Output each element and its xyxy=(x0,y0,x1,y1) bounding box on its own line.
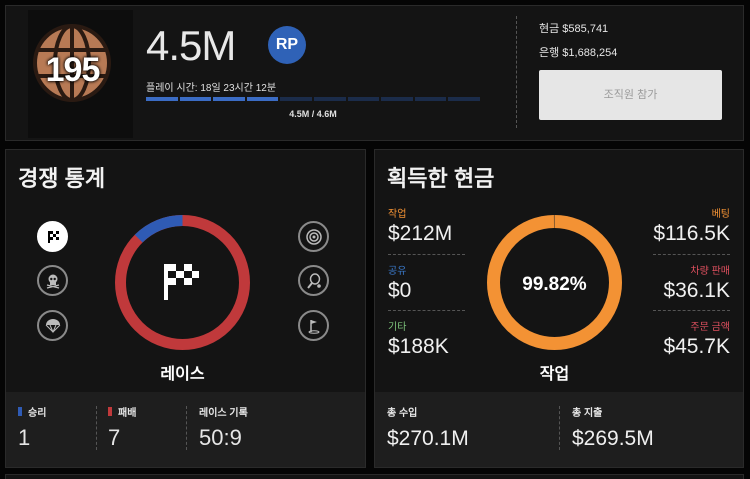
divider xyxy=(516,16,517,128)
parachute-icon[interactable] xyxy=(37,310,68,341)
progress-segment xyxy=(179,97,212,101)
cash-footer: 총 수입 $270.1M 총 지출 $269.5M xyxy=(375,392,743,467)
golf-icon[interactable] xyxy=(298,310,329,341)
category-value: $45.7K xyxy=(663,335,730,358)
total-spending-value: $269.5M xyxy=(572,427,654,450)
divider xyxy=(96,406,97,450)
join-crew-button[interactable]: 조직원 참가 xyxy=(539,70,722,120)
total-spending-label: 총 지출 xyxy=(572,408,603,419)
wins-label: 승리 xyxy=(28,408,47,419)
cash-category-car-sales: 차량 판매 $36.1K xyxy=(653,262,730,303)
rp-value: 4.5M xyxy=(146,22,236,69)
progress-segment xyxy=(213,97,245,101)
divider xyxy=(388,310,465,311)
total-income-label: 총 수입 xyxy=(387,408,418,419)
checkered-flag-icon xyxy=(164,264,199,300)
category-label: 차량 판매 xyxy=(690,266,730,277)
category-label: 주문 금액 xyxy=(690,322,730,333)
playtime-text: 플레이 시간: 18일 23시간 12분 xyxy=(146,83,277,94)
cash-text: 현금 $585,741 xyxy=(539,23,609,35)
progress-segment xyxy=(381,97,413,101)
category-label: 공유 xyxy=(388,266,407,277)
category-value: $212M xyxy=(388,222,453,245)
wins-color-bar xyxy=(18,407,22,416)
progress-segment xyxy=(448,97,480,101)
total-income-value: $270.1M xyxy=(387,427,469,450)
race-ring-chart xyxy=(114,215,250,350)
progress-segment xyxy=(280,97,312,101)
divider xyxy=(559,406,560,450)
losses-stat: 패배 7 xyxy=(108,404,136,451)
cash-earned-panel: 획득한 현금 작업 $212M 공유 $0 기타 $188K 베팅 $116.5… xyxy=(374,149,744,468)
selected-stat-label: 레이스 xyxy=(160,366,205,383)
category-value: $0 xyxy=(388,279,412,302)
cash-category-other: 기타 $188K xyxy=(388,318,465,359)
selected-cash-label: 작업 xyxy=(539,366,570,383)
divider xyxy=(653,254,730,255)
losses-color-bar xyxy=(108,407,112,416)
panel-title: 경쟁 통계 xyxy=(18,166,106,191)
wins-arc xyxy=(114,215,250,350)
wins-stat: 승리 1 xyxy=(18,404,46,451)
rp-badge: RP xyxy=(268,26,306,64)
cash-category-betting: 베팅 $116.5K xyxy=(653,205,730,246)
divider xyxy=(186,406,187,450)
divider xyxy=(653,310,730,311)
progress-segment xyxy=(313,97,346,101)
rank-number: 195 xyxy=(45,51,101,89)
race-record-value: 50:9 xyxy=(199,425,242,450)
progress-label: 4.5M / 4.6M xyxy=(289,109,337,119)
losses-label: 패배 xyxy=(118,408,137,419)
rank-progress-bar xyxy=(146,97,480,101)
category-label: 기타 xyxy=(388,322,407,333)
competitive-stats-panel: 경쟁 통계 레이스 승리 1 패배 7 레이스 기록 50:9 xyxy=(5,149,366,468)
next-panel-edge xyxy=(5,474,744,479)
profile-panel: 195 4.5M RP 플레이 시간: 18일 23시간 12분 4.5M / … xyxy=(5,5,744,141)
cash-ring-chart: 99.82% xyxy=(487,215,622,350)
race-record-stat: 레이스 기록 50:9 xyxy=(199,404,248,451)
category-value: $116.5K xyxy=(653,222,730,245)
competitive-footer: 승리 1 패배 7 레이스 기록 50:9 xyxy=(6,392,365,467)
category-label: 작업 xyxy=(388,209,407,220)
skull-icon[interactable] xyxy=(37,265,68,296)
cash-category-shared: 공유 $0 xyxy=(388,262,465,303)
bank-text: 은행 $1,688,254 xyxy=(539,47,618,59)
total-spending: 총 지출 $269.5M xyxy=(572,404,654,451)
race-record-label: 레이스 기록 xyxy=(199,408,248,419)
cash-category-jobs: 작업 $212M xyxy=(388,205,465,246)
progress-segment xyxy=(146,97,178,101)
center-percent: 99.82% xyxy=(522,274,587,295)
category-value: $36.1K xyxy=(663,279,730,302)
progress-segment xyxy=(414,97,447,101)
category-label: 베팅 xyxy=(711,209,730,220)
wins-value: 1 xyxy=(18,425,31,450)
progress-segment xyxy=(347,97,380,101)
category-value: $188K xyxy=(388,335,449,358)
tennis-icon[interactable] xyxy=(298,265,329,296)
divider xyxy=(388,254,465,255)
progress-segment xyxy=(246,97,279,101)
panel-title: 획득한 현금 xyxy=(387,166,495,191)
rank-emblem: 195 xyxy=(28,10,133,138)
total-income: 총 수입 $270.1M xyxy=(387,404,469,451)
target-icon[interactable] xyxy=(298,221,329,252)
cash-category-orders: 주문 금액 $45.7K xyxy=(653,318,730,359)
race-flag-icon[interactable] xyxy=(37,221,68,252)
losses-value: 7 xyxy=(108,425,121,450)
